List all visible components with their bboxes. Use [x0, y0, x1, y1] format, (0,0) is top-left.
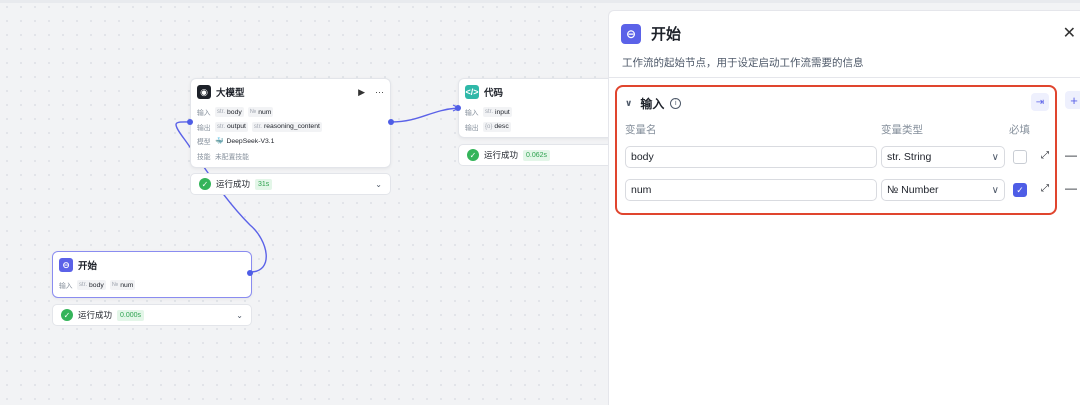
var-tag: {o} desc [483, 121, 511, 132]
status-text: 运行成功 [216, 179, 251, 189]
model-name: DeepSeek-V3.1 [226, 137, 275, 145]
col-type-header: 变量类型 [881, 124, 923, 136]
code-icon: </> [465, 85, 479, 99]
llm-node[interactable]: ◉ 大模型 ▶ ··· 输入 str. body № num 输出 str. outp… [190, 78, 391, 168]
start-out-port[interactable] [247, 270, 253, 276]
code-output-row: 输出 {o} desc [465, 121, 511, 132]
expand-icon[interactable]: ⤢ [1041, 183, 1049, 194]
code-input-row: 输入 str. input [465, 107, 512, 118]
chevron-down-icon[interactable]: ∨ [625, 98, 632, 109]
llm-icon: ◉ [197, 85, 211, 99]
node-config-panel: ⊖ 开始 ✕ 工作流的起始节点，用于设定启动工作流需要的信息 ∨ 输入 i ⇥ … [608, 10, 1080, 405]
var-tag: str. body [77, 280, 106, 291]
status-text: 运行成功 [484, 150, 519, 160]
var-tag: str. output [215, 121, 248, 132]
llm-out-port[interactable] [388, 119, 394, 125]
chevron-down-icon: ∨ [991, 184, 999, 196]
start-icon: ⊖ [621, 23, 641, 44]
status-text: 运行成功 [78, 310, 113, 320]
time-badge: 0.062s [523, 149, 551, 161]
deepseek-icon: 🐳 [215, 138, 224, 146]
time-badge: 31s [255, 178, 273, 190]
llm-node-title: 大模型 [216, 88, 245, 99]
close-icon[interactable]: ✕ [1063, 23, 1076, 43]
start-node-title: 开始 [78, 261, 98, 272]
time-badge: 0.000s [117, 309, 145, 321]
var-tag: str. reasoning_content [251, 121, 322, 132]
variable-type-select[interactable]: № Number ∨ [881, 179, 1005, 201]
variable-name-input[interactable]: body [625, 146, 877, 168]
code-node[interactable]: </> 代码 输入 str. input 输出 {o} desc [458, 78, 618, 138]
divider [609, 77, 1080, 78]
llm-status-bar[interactable]: ✓ 运行成功 31s ⌄ [190, 173, 391, 195]
workflow-canvas[interactable] [0, 0, 608, 405]
chevron-down-icon[interactable]: ⌄ [375, 180, 382, 189]
llm-input-row: 输入 str. body № num [197, 107, 274, 118]
skill-value: 未配置技能 [215, 153, 249, 161]
run-icon[interactable]: ▶ [358, 87, 365, 98]
llm-model-row: 模型 🐳 DeepSeek-V3.1 [197, 137, 275, 147]
llm-output-row: 输出 str. output str. reasoning_content [197, 121, 322, 132]
panel-description: 工作流的起始节点，用于设定启动工作流需要的信息 [622, 57, 864, 69]
top-divider [0, 0, 1080, 3]
expand-icon[interactable]: ⤢ [1041, 150, 1049, 161]
var-tag: str. body [215, 107, 244, 118]
add-variable-button[interactable]: + [1065, 91, 1080, 109]
code-in-port[interactable] [455, 105, 461, 111]
success-check-icon: ✓ [199, 178, 211, 190]
panel-title: 开始 [651, 26, 682, 43]
required-checkbox[interactable] [1013, 150, 1027, 164]
col-name-header: 变量名 [625, 124, 657, 136]
code-status-bar[interactable]: ✓ 运行成功 0.062s [458, 144, 618, 166]
success-check-icon: ✓ [61, 309, 73, 321]
remove-variable-icon[interactable]: — [1065, 181, 1077, 195]
var-tag: str. input [483, 107, 512, 118]
variable-name-input[interactable]: num [625, 179, 877, 201]
llm-skill-row: 技能 未配置技能 [191, 149, 390, 164]
info-icon[interactable]: i [670, 98, 682, 109]
start-status-bar[interactable]: ✓ 运行成功 0.000s ⌄ [52, 304, 252, 326]
start-icon: ⊖ [59, 258, 73, 272]
var-tag: № num [247, 107, 274, 118]
variable-type-select[interactable]: str. String ∨ [881, 146, 1005, 168]
success-check-icon: ✓ [467, 149, 479, 161]
llm-in-port[interactable] [187, 119, 193, 125]
code-node-title: 代码 [484, 88, 504, 99]
required-checkbox[interactable]: ✓ [1013, 183, 1027, 197]
var-tag: № num [109, 280, 136, 291]
start-node[interactable]: ⊖ 开始 输入 str. body № num [52, 251, 252, 298]
chevron-down-icon: ∨ [991, 151, 999, 163]
more-icon[interactable]: ··· [375, 87, 384, 98]
input-section: ∨ 输入 i ⇥ 变量名 变量类型 必填 body str. String ∨ … [615, 85, 1057, 215]
section-title: 输入 [640, 97, 665, 111]
chevron-down-icon[interactable]: ⌄ [236, 311, 243, 320]
start-input-row: 输入 str. body № num [59, 280, 136, 291]
col-required-header: 必填 [1009, 124, 1030, 136]
remove-variable-icon[interactable]: — [1065, 148, 1077, 162]
import-icon[interactable]: ⇥ [1031, 93, 1049, 111]
